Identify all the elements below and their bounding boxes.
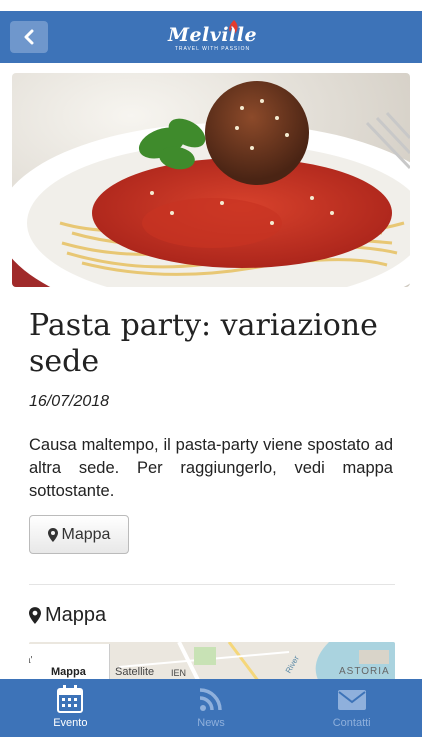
map-marker-icon (47, 527, 58, 542)
map-section-title: Mappa (45, 604, 107, 626)
tab-evento[interactable]: Evento (0, 679, 141, 737)
event-title: Pasta party: variazione sede (29, 308, 378, 379)
tab-label-evento: Evento (53, 717, 88, 729)
map-edge-label: a' (29, 655, 33, 666)
map-button-label: Mappa (61, 525, 111, 543)
rss-icon (199, 688, 222, 711)
map-tab-mappa[interactable]: Mappa (51, 666, 86, 678)
logo-wordmark: Melville (167, 23, 258, 46)
back-button[interactable] (10, 21, 48, 53)
map-section-heading: Mappa (29, 604, 106, 627)
map-label-astoria: ASTORIA (339, 666, 390, 677)
event-hero-image (12, 73, 410, 287)
home-indicator-area (0, 737, 422, 750)
section-divider (29, 584, 395, 585)
map-label-ien: IEN (171, 668, 187, 678)
tab-news[interactable]: News (141, 679, 282, 737)
status-bar (0, 0, 422, 11)
map-tab-satellite[interactable]: Satellite (115, 666, 154, 678)
tab-contatti[interactable]: Contatti (281, 679, 422, 737)
logo-tagline: TRAVEL WITH PASSION (174, 45, 251, 52)
tab-label-news: News (197, 717, 225, 729)
flame-icon (229, 20, 238, 34)
brand-logo: Melville TRAVEL WITH PASSION (165, 17, 260, 59)
embedded-map[interactable]: a' Mappa Satellite IEN ASTORIA River (29, 642, 395, 682)
spaghetti-meatball-photo (12, 73, 410, 287)
map-marker-icon (29, 607, 41, 624)
chevron-left-icon (24, 29, 34, 45)
event-description: Causa maltempo, il pasta-party viene spo… (29, 436, 393, 500)
map-button[interactable]: Mappa (29, 515, 129, 554)
tab-label-contatti: Contatti (332, 717, 371, 729)
bottom-tab-bar: Evento News Contatti (0, 679, 422, 737)
app-header: Melville TRAVEL WITH PASSION (0, 11, 422, 63)
calendar-icon (57, 685, 84, 713)
envelope-icon (337, 690, 366, 710)
event-date: 16/07/2018 (29, 393, 110, 410)
